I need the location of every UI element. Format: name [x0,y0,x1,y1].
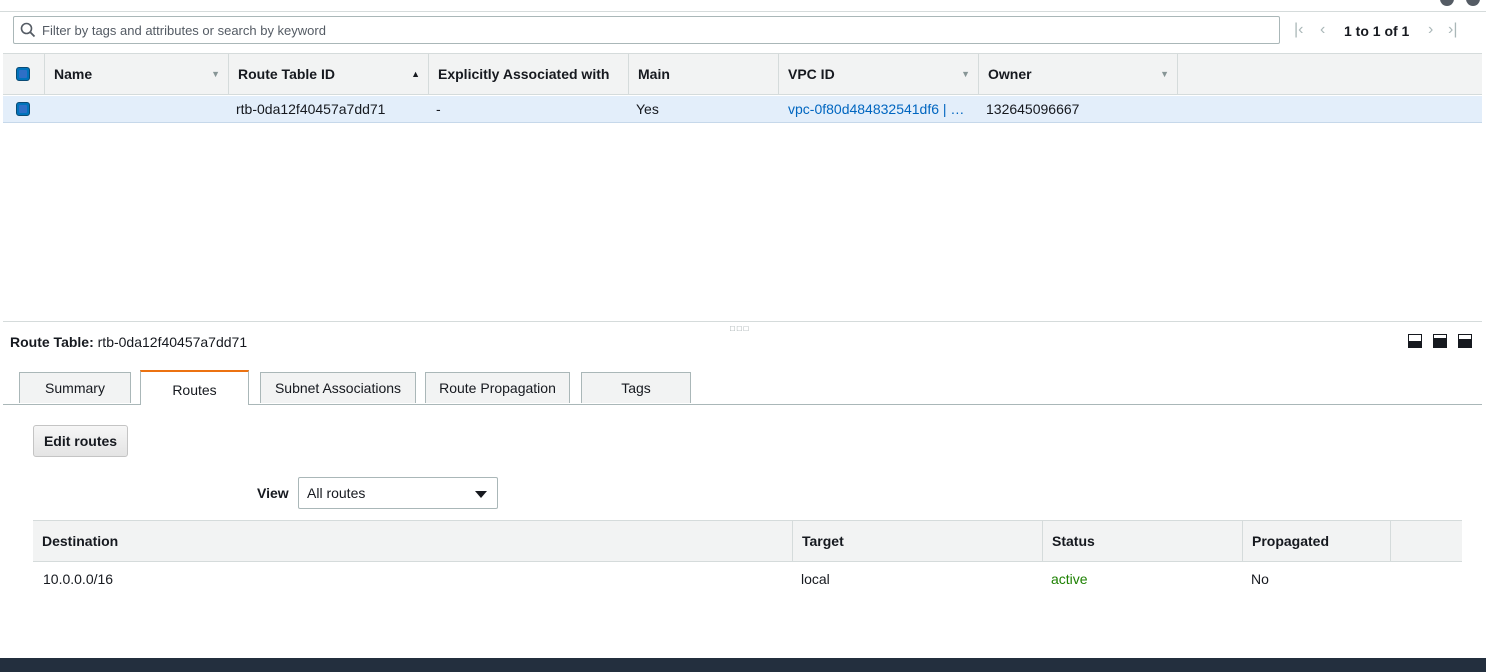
column-status[interactable]: Status [1042,521,1242,561]
column-label: Name [54,66,93,82]
column-label: Explicitly Associated with [438,66,610,82]
cell-main: Yes [636,101,659,117]
route-tables-header: Name ▼ Route Table ID ▲ Explicitly Assoc… [3,53,1482,95]
drag-handle-icon[interactable]: □□□ [730,324,751,333]
column-vpc-id[interactable]: VPC ID ▼ [778,54,978,94]
edit-routes-button[interactable]: Edit routes [33,425,128,457]
status-badge: active [1051,571,1088,587]
tab-tags[interactable]: Tags [581,372,691,403]
details-tabs: Summary Routes Subnet Associations Route… [3,370,1482,405]
sort-down-icon: ▼ [1160,69,1169,79]
row-checkbox[interactable] [16,102,30,116]
sort-up-icon: ▲ [411,69,420,79]
column-label: VPC ID [788,66,835,82]
footer [0,658,1486,672]
table-row: 10.0.0.0/16 local active No [33,566,1462,592]
pagination: |‹ ‹ 1 to 1 of 1 › ›| [1292,20,1472,42]
cell-route-table-id: rtb-0da12f40457a7dd71 [236,101,386,117]
pagination-text: 1 to 1 of 1 [1344,23,1410,39]
cell-propagated: No [1251,571,1269,587]
help-icon[interactable] [1466,0,1480,6]
sort-down-icon: ▼ [211,69,220,79]
column-propagated[interactable]: Propagated [1242,521,1391,561]
cell-destination: 10.0.0.0/16 [43,571,114,587]
view-select-value: All routes [307,485,366,501]
column-main[interactable]: Main [628,54,778,94]
search-icon [20,22,36,38]
details-title-value: rtb-0da12f40457a7dd71 [97,334,248,350]
cell-target: local [801,571,830,587]
column-label: Main [638,66,670,82]
first-page-icon[interactable]: |‹ [1294,21,1303,39]
pane-large-icon[interactable] [1458,334,1472,348]
view-label: View [257,485,289,501]
tab-subnet-associations[interactable]: Subnet Associations [260,372,416,403]
pane-medium-icon[interactable] [1433,334,1447,348]
column-name[interactable]: Name ▼ [44,54,228,94]
column-route-table-id[interactable]: Route Table ID ▲ [228,54,428,94]
column-label: Route Table ID [238,66,335,82]
column-owner[interactable]: Owner ▼ [978,54,1178,94]
table-row[interactable]: rtb-0da12f40457a7dd71 - Yes vpc-0f80d484… [3,96,1482,123]
last-page-icon[interactable]: ›| [1448,21,1457,39]
filter-input[interactable] [42,19,1242,41]
top-strip [0,0,1486,12]
chevron-down-icon [475,491,487,498]
column-explicitly-associated[interactable]: Explicitly Associated with [428,54,628,94]
filter-bar[interactable] [13,16,1280,44]
view-select[interactable]: All routes [298,477,498,509]
pane-small-icon[interactable] [1408,334,1422,348]
sort-down-icon: ▼ [961,69,970,79]
gear-icon[interactable] [1440,0,1454,6]
cell-owner: 132645096667 [986,101,1080,117]
next-page-icon[interactable]: › [1428,21,1433,39]
pane-splitter[interactable] [3,321,1482,322]
routes-header: Destination Target Status Propagated [33,520,1462,562]
select-all-checkbox[interactable] [16,67,30,81]
tab-summary[interactable]: Summary [19,372,131,403]
tab-routes[interactable]: Routes [140,370,249,405]
column-destination[interactable]: Destination [33,521,792,561]
cell-explicitly-associated: - [436,101,441,117]
prev-page-icon[interactable]: ‹ [1320,21,1325,39]
vpc-id-link[interactable]: vpc-0f80d484832541df6 | … [788,96,964,122]
column-target[interactable]: Target [792,521,1042,561]
details-title-label: Route Table: [10,334,94,350]
details-title: Route Table: rtb-0da12f40457a7dd71 [10,334,247,350]
column-label: Owner [988,66,1032,82]
tab-route-propagation[interactable]: Route Propagation [425,372,570,403]
